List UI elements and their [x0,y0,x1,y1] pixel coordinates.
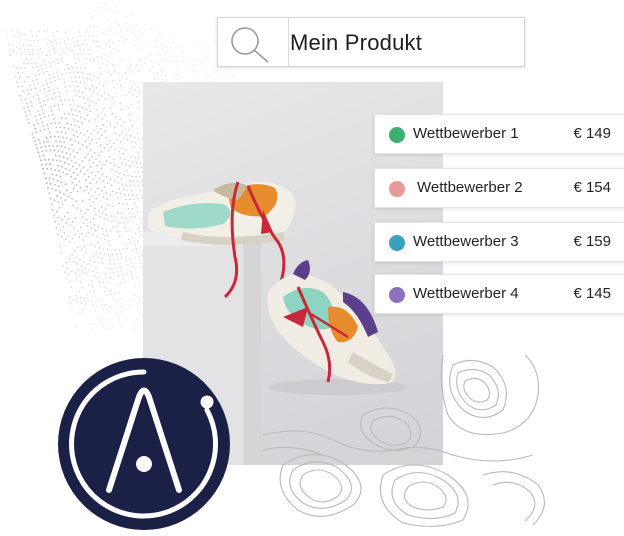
competitor-color-dot [389,287,405,303]
competitor-card-3[interactable]: Wettbewerber 3 € 159 [374,222,624,262]
search-icon[interactable] [230,25,270,63]
competitor-name: Wettbewerber 1 [413,125,519,142]
competitor-price: € 145 [573,285,611,302]
search-divider [288,18,289,66]
competitor-name: Wettbewerber 2 [417,179,523,196]
competitor-price: € 159 [573,233,611,250]
competitor-price: € 149 [573,125,611,142]
brand-logo-icon [58,358,230,530]
competitor-card-1[interactable]: Wettbewerber 1 € 149 [374,114,624,154]
topographic-lines-decoration [263,355,545,527]
product-search-field[interactable]: Mein Produkt [217,17,525,67]
competitor-card-2[interactable]: Wettbewerber 2 € 154 [374,168,624,208]
competitor-price: € 154 [573,179,611,196]
search-query-text[interactable]: Mein Produkt [290,30,422,56]
competitor-name: Wettbewerber 4 [413,285,519,302]
competitor-name: Wettbewerber 3 [413,233,519,250]
competitor-color-dot [389,181,405,197]
competitor-color-dot [389,235,405,251]
competitor-color-dot [389,127,405,143]
competitor-card-4[interactable]: Wettbewerber 4 € 145 [374,274,624,314]
